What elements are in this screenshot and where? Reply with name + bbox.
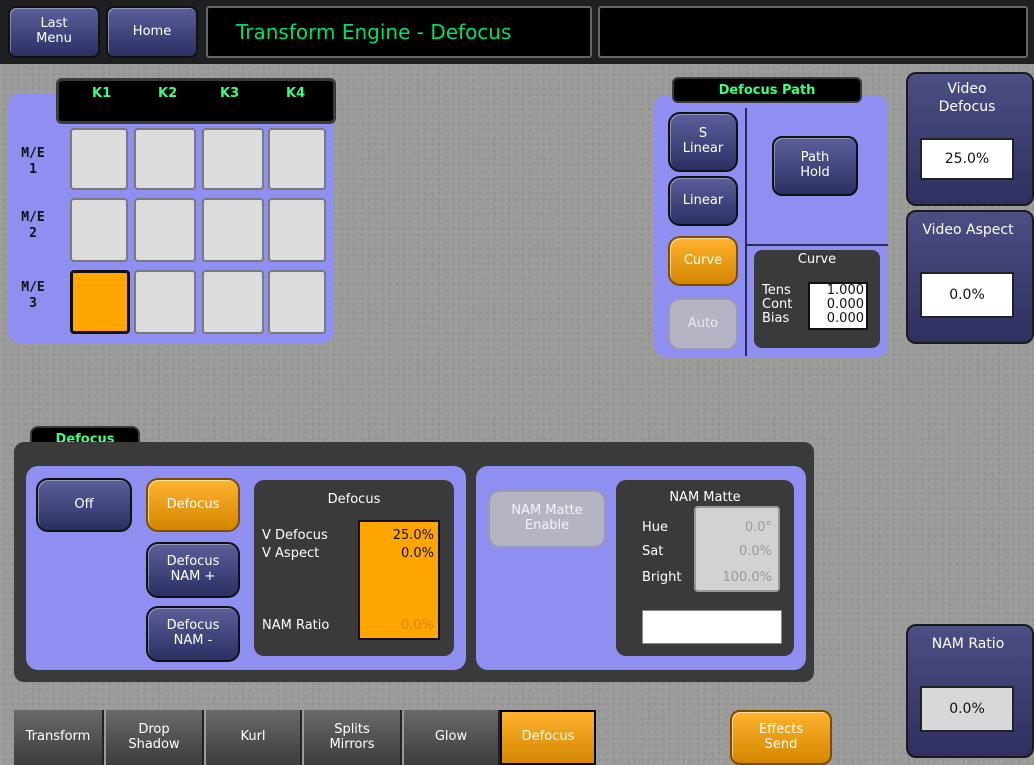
divider	[746, 244, 888, 246]
v-defocus-value: 25.0%	[392, 528, 434, 543]
tab-defocus[interactable]: Defocus	[500, 710, 596, 765]
keyer-cell-me2-k2[interactable]	[134, 198, 196, 262]
row-label-me3: M/E 3	[21, 280, 45, 311]
key-label-k4: K4	[286, 86, 306, 101]
bright-label: Bright	[642, 570, 682, 585]
tab-drop-shadow[interactable]: Drop Shadow	[106, 710, 204, 765]
page-title: Transform Engine - Defocus	[206, 6, 592, 58]
nam-matte-title: NAM Matte	[669, 490, 741, 505]
defocus-readout-title: Defocus	[327, 492, 381, 507]
hue-label: Hue	[642, 520, 669, 535]
curve-tens-value: 1.000	[826, 283, 864, 298]
video-aspect-value[interactable]: 0.0%	[920, 272, 1014, 318]
tab-glow[interactable]: Glow	[404, 710, 500, 765]
video-defocus-label: Video Defocus	[938, 81, 996, 116]
defocus-nam-minus-button[interactable]: Defocus NAM -	[146, 606, 240, 662]
nam-matte-color-swatch[interactable]	[642, 610, 782, 644]
v-aspect-value: 0.0%	[400, 546, 434, 561]
defocus-path-title: Defocus Path	[672, 77, 862, 103]
tab-kurl[interactable]: Kurl	[206, 710, 302, 765]
divider	[745, 108, 747, 356]
curve-cont-label: Cont	[762, 297, 793, 312]
hue-value: 0.0°	[744, 520, 772, 535]
nam-ratio-label: NAM Ratio	[931, 636, 1005, 652]
keyer-header	[56, 78, 336, 124]
keyer-cell-me2-k1[interactable]	[70, 198, 128, 262]
keyer-cell-me3-k3[interactable]	[202, 270, 264, 334]
tab-splits-mirrors[interactable]: Splits Mirrors	[304, 710, 402, 765]
key-label-k1: K1	[92, 86, 112, 101]
nam-matte-enable-button[interactable]: NAM Matte Enable	[488, 490, 606, 548]
defocus-nam-plus-button[interactable]: Defocus NAM +	[146, 542, 240, 598]
keyer-cell-me2-k4[interactable]	[268, 198, 326, 262]
tab-transform[interactable]: Transform	[14, 710, 104, 765]
row-label-me2: M/E 2	[21, 210, 45, 241]
video-defocus-value[interactable]: 25.0%	[920, 138, 1014, 180]
s-linear-button[interactable]: S Linear	[668, 112, 738, 172]
curve-title: Curve	[797, 252, 837, 267]
status-display	[598, 6, 1028, 58]
keyer-cell-me1-k4[interactable]	[268, 128, 326, 190]
sat-label: Sat	[642, 544, 664, 559]
off-button[interactable]: Off	[36, 478, 132, 532]
keyer-cell-me1-k2[interactable]	[134, 128, 196, 190]
curve-cont-value: 0.000	[826, 297, 864, 312]
curve-tens-label: Tens	[762, 283, 791, 298]
row-label-me1: M/E 1	[21, 146, 45, 177]
v-defocus-label: V Defocus	[262, 528, 328, 543]
keyer-cell-me3-k2[interactable]	[134, 270, 196, 334]
curve-bias-value: 0.000	[826, 311, 864, 326]
curve-bias-label: Bias	[762, 311, 790, 326]
nam-ratio-value[interactable]: 0.0%	[920, 686, 1014, 732]
nam-ratio-readout-label: NAM Ratio	[262, 618, 330, 633]
defocus-button[interactable]: Defocus	[146, 478, 240, 532]
v-aspect-label: V Aspect	[262, 546, 320, 561]
key-label-k2: K2	[158, 86, 178, 101]
auto-button[interactable]: Auto	[668, 298, 738, 350]
linear-button[interactable]: Linear	[668, 176, 738, 226]
nam-ratio-readout-value: 0.0%	[400, 618, 434, 633]
video-aspect-label: Video Aspect	[922, 222, 1014, 238]
curve-button[interactable]: Curve	[668, 236, 738, 286]
sat-value: 0.0%	[738, 544, 772, 559]
key-label-k3: K3	[220, 86, 240, 101]
home-button[interactable]: Home	[106, 6, 198, 58]
keyer-cell-me1-k1[interactable]	[70, 128, 128, 190]
path-hold-button[interactable]: Path Hold	[772, 136, 858, 196]
keyer-cell-me3-k4[interactable]	[268, 270, 326, 334]
bright-value: 100.0%	[722, 570, 772, 585]
keyer-cell-me1-k3[interactable]	[202, 128, 264, 190]
keyer-cell-me2-k3[interactable]	[202, 198, 264, 262]
keyer-cell-me3-k1[interactable]	[70, 270, 130, 334]
last-menu-button[interactable]: Last Menu	[8, 6, 100, 58]
effects-send-button[interactable]: Effects Send	[730, 710, 832, 765]
